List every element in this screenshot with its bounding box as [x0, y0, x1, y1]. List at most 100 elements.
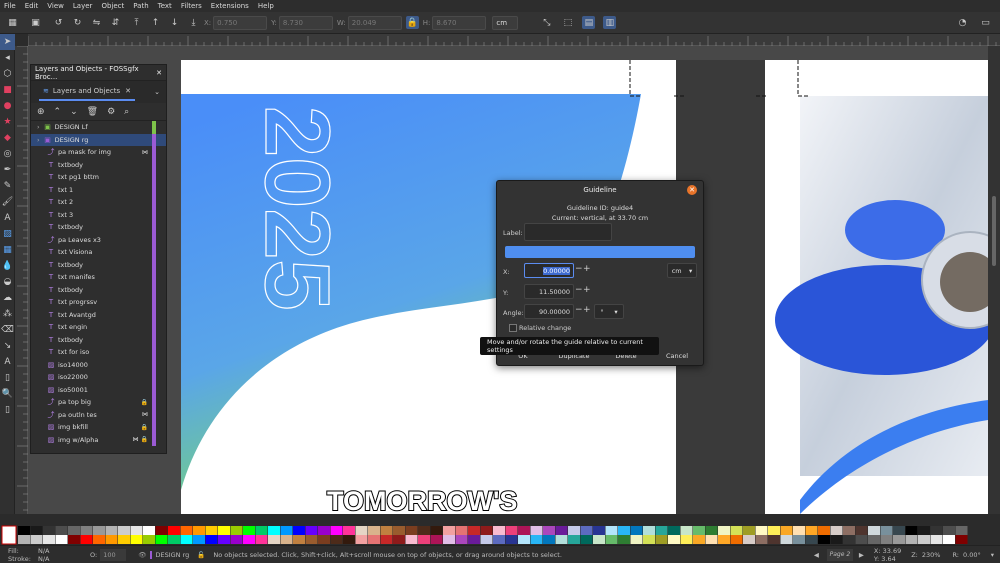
- color-swatch[interactable]: [555, 535, 568, 544]
- color-swatch[interactable]: [668, 526, 680, 535]
- color-swatch[interactable]: [668, 535, 680, 544]
- color-swatch[interactable]: [718, 535, 730, 544]
- color-swatch[interactable]: [680, 526, 693, 535]
- prev-page-icon[interactable]: ◀: [814, 551, 819, 559]
- calligraphy-tool-icon[interactable]: 🖌: [0, 194, 15, 210]
- color-swatch[interactable]: [230, 535, 243, 544]
- color-swatch[interactable]: [730, 535, 743, 544]
- color-swatch[interactable]: [705, 535, 718, 544]
- object-row[interactable]: Ttxtbody: [31, 158, 166, 171]
- zoom-tool-icon[interactable]: 🔍: [0, 386, 15, 402]
- color-swatch[interactable]: [30, 535, 43, 544]
- color-swatch[interactable]: [393, 535, 405, 544]
- color-swatch[interactable]: [455, 526, 468, 535]
- color-swatch[interactable]: [905, 535, 918, 544]
- object-row[interactable]: Ttxt progrssv: [31, 296, 166, 309]
- color-swatch[interactable]: [268, 535, 280, 544]
- vertical-ruler[interactable]: [15, 46, 28, 514]
- color-swatch[interactable]: [655, 535, 668, 544]
- color-swatch[interactable]: [793, 526, 805, 535]
- color-swatch[interactable]: [830, 526, 843, 535]
- color-swatch[interactable]: [130, 535, 143, 544]
- color-swatch[interactable]: [68, 535, 80, 544]
- tweak-tool-icon[interactable]: ☁: [0, 290, 15, 306]
- object-row[interactable]: Ttxt Visiona: [31, 246, 166, 259]
- color-swatch[interactable]: [505, 535, 518, 544]
- lpe-tool-icon[interactable]: A: [0, 354, 15, 370]
- color-swatch[interactable]: [180, 526, 193, 535]
- color-swatch[interactable]: [630, 535, 643, 544]
- y-increment-icon[interactable]: +: [583, 285, 591, 295]
- color-swatch[interactable]: [843, 535, 855, 544]
- color-swatch[interactable]: [268, 526, 280, 535]
- unit-dropdown[interactable]: cm ▾: [667, 263, 697, 278]
- unit-select[interactable]: cm: [492, 15, 519, 30]
- color-swatch[interactable]: [555, 526, 568, 535]
- color-swatch[interactable]: [105, 526, 118, 535]
- raise-top-icon[interactable]: ⤒: [130, 16, 143, 29]
- color-swatch[interactable]: [355, 535, 368, 544]
- color-swatch[interactable]: [243, 535, 255, 544]
- color-swatch[interactable]: [518, 535, 530, 544]
- selector-tool-icon[interactable]: ➤: [0, 34, 15, 50]
- x-decrement-icon[interactable]: −: [575, 264, 583, 274]
- object-row[interactable]: Ttxt 1: [31, 183, 166, 196]
- color-swatch[interactable]: [305, 526, 318, 535]
- color-swatch[interactable]: [643, 535, 655, 544]
- paint-bucket-icon[interactable]: ◒: [0, 274, 15, 290]
- mask-icon[interactable]: ⋈: [142, 411, 148, 418]
- color-swatch[interactable]: [793, 535, 805, 544]
- color-swatch[interactable]: [543, 535, 555, 544]
- eraser-tool-icon[interactable]: ⌫: [0, 322, 15, 338]
- color-swatch[interactable]: [755, 526, 768, 535]
- raise-icon[interactable]: ⌃: [54, 107, 62, 117]
- pen-tool-icon[interactable]: ✒: [0, 162, 15, 178]
- spiral-tool-icon[interactable]: ◎: [0, 146, 15, 162]
- y-field[interactable]: 8.730: [278, 15, 333, 30]
- color-swatch[interactable]: [143, 526, 155, 535]
- close-icon[interactable]: ✕: [687, 185, 697, 195]
- color-swatch[interactable]: [743, 526, 755, 535]
- color-swatch[interactable]: [680, 535, 693, 544]
- color-swatch[interactable]: [930, 535, 943, 544]
- color-swatch[interactable]: [780, 526, 793, 535]
- angle-unit-dropdown[interactable]: ° ▾: [594, 304, 624, 319]
- spray-tool-icon[interactable]: ⁂: [0, 306, 15, 322]
- star-tool-icon[interactable]: ★: [0, 114, 15, 130]
- color-swatch[interactable]: [705, 526, 718, 535]
- lock-icon[interactable]: 🔒: [141, 399, 148, 406]
- color-swatch[interactable]: [805, 535, 818, 544]
- color-swatch[interactable]: [593, 526, 605, 535]
- angle-decrement-icon[interactable]: −: [575, 305, 583, 315]
- color-swatch[interactable]: [805, 526, 818, 535]
- menu-path[interactable]: Path: [133, 2, 148, 10]
- color-swatch[interactable]: [43, 526, 55, 535]
- page-selector[interactable]: Page 2: [826, 548, 853, 561]
- color-swatch[interactable]: [868, 535, 880, 544]
- object-row[interactable]: Ttxtbody: [31, 333, 166, 346]
- color-swatch[interactable]: [568, 526, 580, 535]
- color-swatch[interactable]: [418, 526, 430, 535]
- no-paint-swatch[interactable]: [1, 525, 17, 545]
- chevron-down-icon[interactable]: ⌄: [154, 88, 160, 96]
- text-tool-icon[interactable]: A: [0, 210, 15, 226]
- color-swatch[interactable]: [368, 535, 380, 544]
- color-swatch[interactable]: [655, 526, 668, 535]
- color-swatch[interactable]: [693, 526, 705, 535]
- pencil-tool-icon[interactable]: ✎: [0, 178, 15, 194]
- lock-icon[interactable]: 🔒: [141, 424, 148, 431]
- color-swatch[interactable]: [518, 526, 530, 535]
- color-swatch[interactable]: [30, 526, 43, 535]
- search-icon[interactable]: ⌕: [124, 107, 129, 117]
- rotate-ccw-icon[interactable]: ↺: [52, 16, 65, 29]
- menu-filters[interactable]: Filters: [181, 2, 202, 10]
- menu-icon[interactable]: ▾: [991, 551, 994, 559]
- dropper-tool-icon[interactable]: 💧: [0, 258, 15, 274]
- object-row[interactable]: Ttxtbody: [31, 283, 166, 296]
- color-swatch[interactable]: [318, 535, 330, 544]
- color-swatch[interactable]: [380, 526, 393, 535]
- relative-change-checkbox[interactable]: [509, 324, 517, 332]
- lock-ratio-icon[interactable]: 🔒: [405, 16, 419, 29]
- color-swatch[interactable]: [230, 526, 243, 535]
- color-swatch[interactable]: [580, 526, 593, 535]
